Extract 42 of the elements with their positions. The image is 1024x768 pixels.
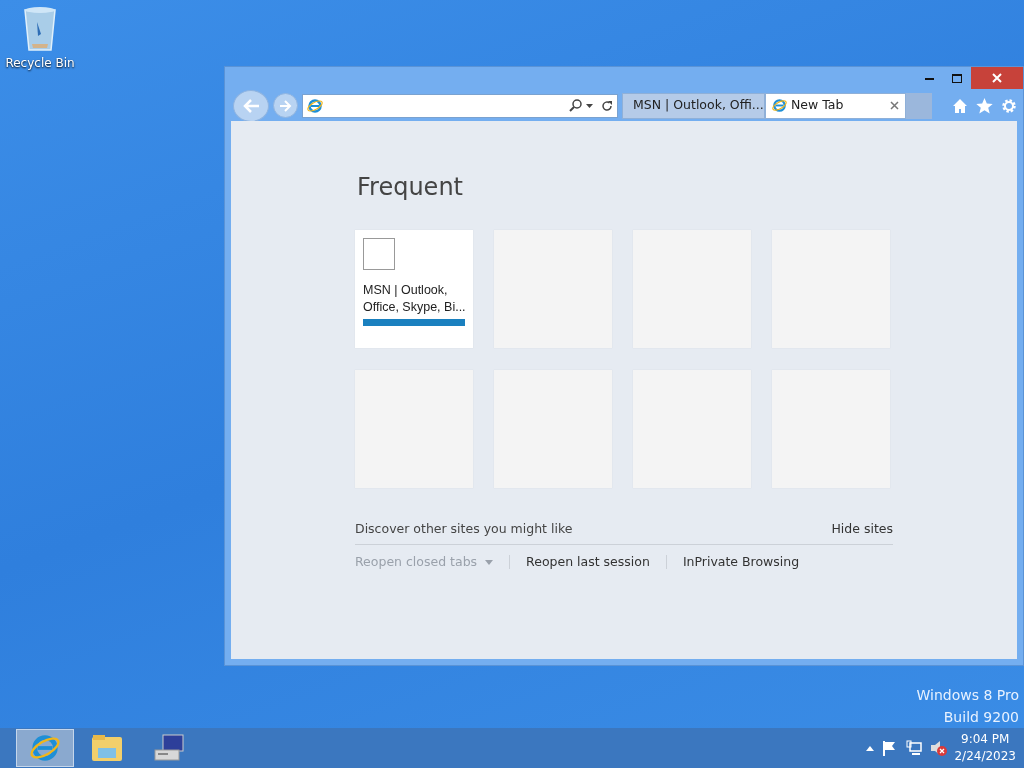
page-heading: Frequent xyxy=(357,173,464,202)
favicon-placeholder xyxy=(363,237,395,270)
desktop-icon-label: Recycle Bin xyxy=(5,56,75,70)
caret-icon xyxy=(485,559,494,565)
refresh-icon xyxy=(601,99,613,112)
recycle-bin-icon xyxy=(22,6,58,52)
caret-icon xyxy=(586,103,593,108)
site-tile[interactable]: MSN | Outlook, Office, Skype, Bi... xyxy=(355,229,473,348)
network-icon[interactable] xyxy=(906,740,923,756)
arrow-right-icon xyxy=(279,99,292,112)
address-bar[interactable] xyxy=(302,93,618,118)
maximize-icon xyxy=(952,73,962,83)
minimize-icon xyxy=(924,76,934,80)
close-icon[interactable] xyxy=(890,101,899,110)
close-icon xyxy=(992,73,1002,83)
page-link[interactable]: InPrivate Browsing xyxy=(682,552,800,572)
computer-icon xyxy=(153,733,185,763)
edition-text: Build 9200 xyxy=(942,708,1019,727)
browser-logo-icon xyxy=(30,733,60,763)
settings-icon[interactable] xyxy=(1001,97,1017,114)
show-hidden-icons-icon[interactable] xyxy=(866,745,875,751)
tile-title: MSN | Outlook, Office, Skype, Bi... xyxy=(363,281,467,316)
clock-date: 2/24/2023 xyxy=(954,748,1016,765)
home-icon[interactable] xyxy=(952,97,968,114)
folder-icon xyxy=(91,734,123,762)
edition-text: Windows 8 Pro xyxy=(916,686,1019,705)
system-clock[interactable]: 9:04 PM 2/24/2023 xyxy=(954,731,1016,765)
browser-logo-icon xyxy=(772,98,787,113)
page-link[interactable]: Reopen last session xyxy=(526,552,650,572)
star-icon[interactable] xyxy=(976,97,993,114)
browser-tab[interactable]: New Tab xyxy=(765,92,906,119)
muted-speaker-icon[interactable] xyxy=(930,740,949,756)
discover-text: Discover other sites you might like xyxy=(355,519,573,538)
browser-logo-icon xyxy=(307,97,323,114)
hide-sites-link[interactable]: Hide sites xyxy=(831,519,893,539)
close-button[interactable] xyxy=(971,67,1023,89)
arrow-left-icon xyxy=(242,97,260,114)
back-button[interactable] xyxy=(233,89,269,122)
search-icon xyxy=(569,99,582,112)
clock-time: 9:04 PM xyxy=(960,731,1011,748)
forward-button[interactable] xyxy=(273,93,298,118)
browser-tab[interactable]: MSN | Outlook, Offi... xyxy=(622,92,765,119)
